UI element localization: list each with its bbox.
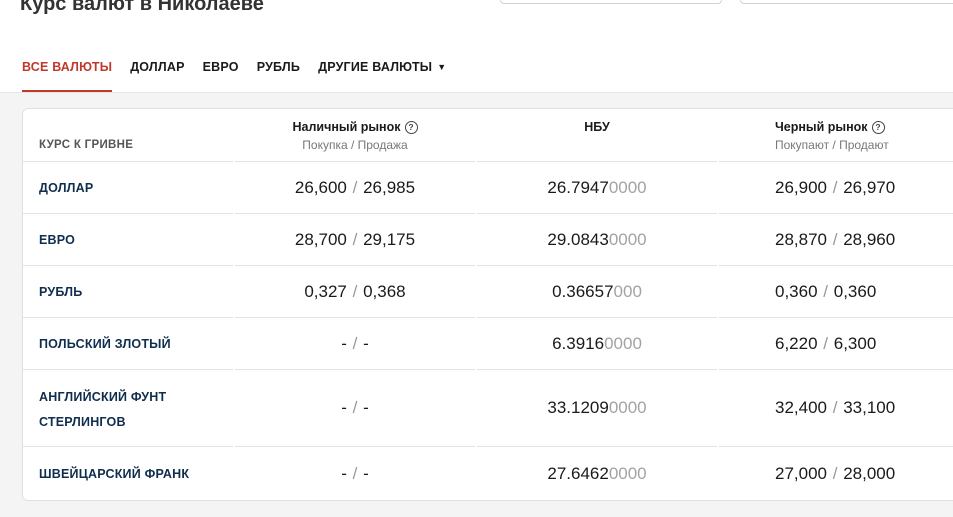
currency-name: ДОЛЛАР	[39, 180, 94, 195]
currency-name: АНГЛИЙСКИЙ ФУНТ СТЕРЛИНГОВ	[39, 390, 167, 429]
cash-market-subtitle: Покупка / Продажа	[302, 138, 408, 152]
nbu-rate: 6.39160000	[552, 333, 642, 353]
black-market-header: Черный рынок? Покупают / Продают	[719, 109, 953, 162]
table-header: КУРС К ГРИВНЕ Наличный рынок? Покупка / …	[23, 109, 953, 162]
table-row: ДОЛЛАР 26,600 / 26,985 26.79470000 26,90…	[23, 162, 953, 214]
chevron-down-icon: ▼	[437, 62, 447, 72]
currency-tabs: ВСЕ ВАЛЮТЫ ДОЛЛАР ЕВРО РУБЛЬ ДРУГИЕ ВАЛЮ…	[22, 56, 446, 92]
nbu-rate: 29.08430000	[547, 229, 647, 249]
rates-table: КУРС К ГРИВНЕ Наличный рынок? Покупка / …	[22, 108, 953, 501]
cash-rate: 26,600 / 26,985	[294, 177, 416, 197]
black-market-rate: 26,900 / 26,970	[775, 177, 896, 197]
page-title: Курс валют в Николаеве	[20, 0, 264, 15]
tab-all-currencies[interactable]: ВСЕ ВАЛЮТЫ	[22, 56, 113, 92]
cash-rate: - / -	[341, 333, 369, 353]
nbu-header: НБУ	[477, 109, 717, 162]
cash-rate: - / -	[341, 463, 369, 483]
nbu-title: НБУ	[584, 120, 610, 134]
black-market-subtitle: Покупают / Продают	[775, 138, 889, 152]
currency-name: ПОЛЬСКИЙ ЗЛОТЫЙ	[39, 336, 171, 351]
currency-name: ШВЕЙЦАРСКИЙ ФРАНК	[39, 466, 190, 481]
nbu-rate: 26.79470000	[547, 177, 647, 197]
tab-other-label: ДРУГИЕ ВАЛЮТЫ	[318, 60, 433, 74]
city-select[interactable]	[500, 0, 722, 4]
nbu-rate: 0.36657000	[552, 281, 642, 301]
cash-rate: 28,700 / 29,175	[294, 229, 416, 249]
currency-name: ЕВРО	[39, 232, 76, 247]
cash-market-title: Наличный рынок	[292, 120, 401, 134]
black-market-rate: 6,220 / 6,300	[775, 333, 877, 353]
table-row: ЕВРО 28,700 / 29,175 29.08430000 28,870 …	[23, 214, 953, 266]
tab-dollar[interactable]: ДОЛЛАР	[130, 56, 184, 90]
black-market-rate: 32,400 / 33,100	[775, 398, 896, 417]
help-icon[interactable]: ?	[871, 121, 885, 134]
nbu-rate: 27.64620000	[547, 463, 647, 483]
tab-euro[interactable]: ЕВРО	[203, 56, 239, 90]
table-row: РУБЛЬ 0,327 / 0,368 0.36657000 0,360 / 0…	[23, 266, 953, 318]
tab-other-currencies[interactable]: ДРУГИЕ ВАЛЮТЫ ▼	[318, 56, 446, 90]
cash-rate: - / -	[341, 398, 369, 417]
date-select[interactable]	[740, 0, 953, 4]
currency-name: РУБЛЬ	[39, 284, 83, 299]
table-row: АНГЛИЙСКИЙ ФУНТ СТЕРЛИНГОВ - / - 33.12090…	[23, 370, 953, 447]
black-market-rate: 0,360 / 0,360	[775, 281, 877, 301]
black-market-rate: 28,870 / 28,960	[775, 229, 896, 249]
table-row: ПОЛЬСКИЙ ЗЛОТЫЙ - / - 6.39160000 6,220 /…	[23, 318, 953, 370]
table-row: ШВЕЙЦАРСКИЙ ФРАНК - / - 27.64620000 27,0…	[23, 447, 953, 500]
black-market-rate: 27,000 / 28,000	[775, 463, 896, 483]
header-area: Курс валют в Николаеве ВСЕ ВАЛЮТЫ ДОЛЛАР…	[0, 0, 953, 93]
help-icon[interactable]: ?	[404, 121, 418, 134]
corner-label: КУРС К ГРИВНЕ	[39, 139, 134, 151]
corner-cell: КУРС К ГРИВНЕ	[23, 109, 233, 162]
cash-market-header: Наличный рынок? Покупка / Продажа	[235, 109, 475, 162]
nbu-rate: 33.12090000	[547, 398, 647, 417]
cash-rate: 0,327 / 0,368	[304, 281, 406, 301]
black-market-title: Черный рынок	[775, 120, 868, 134]
tab-ruble[interactable]: РУБЛЬ	[257, 56, 300, 90]
